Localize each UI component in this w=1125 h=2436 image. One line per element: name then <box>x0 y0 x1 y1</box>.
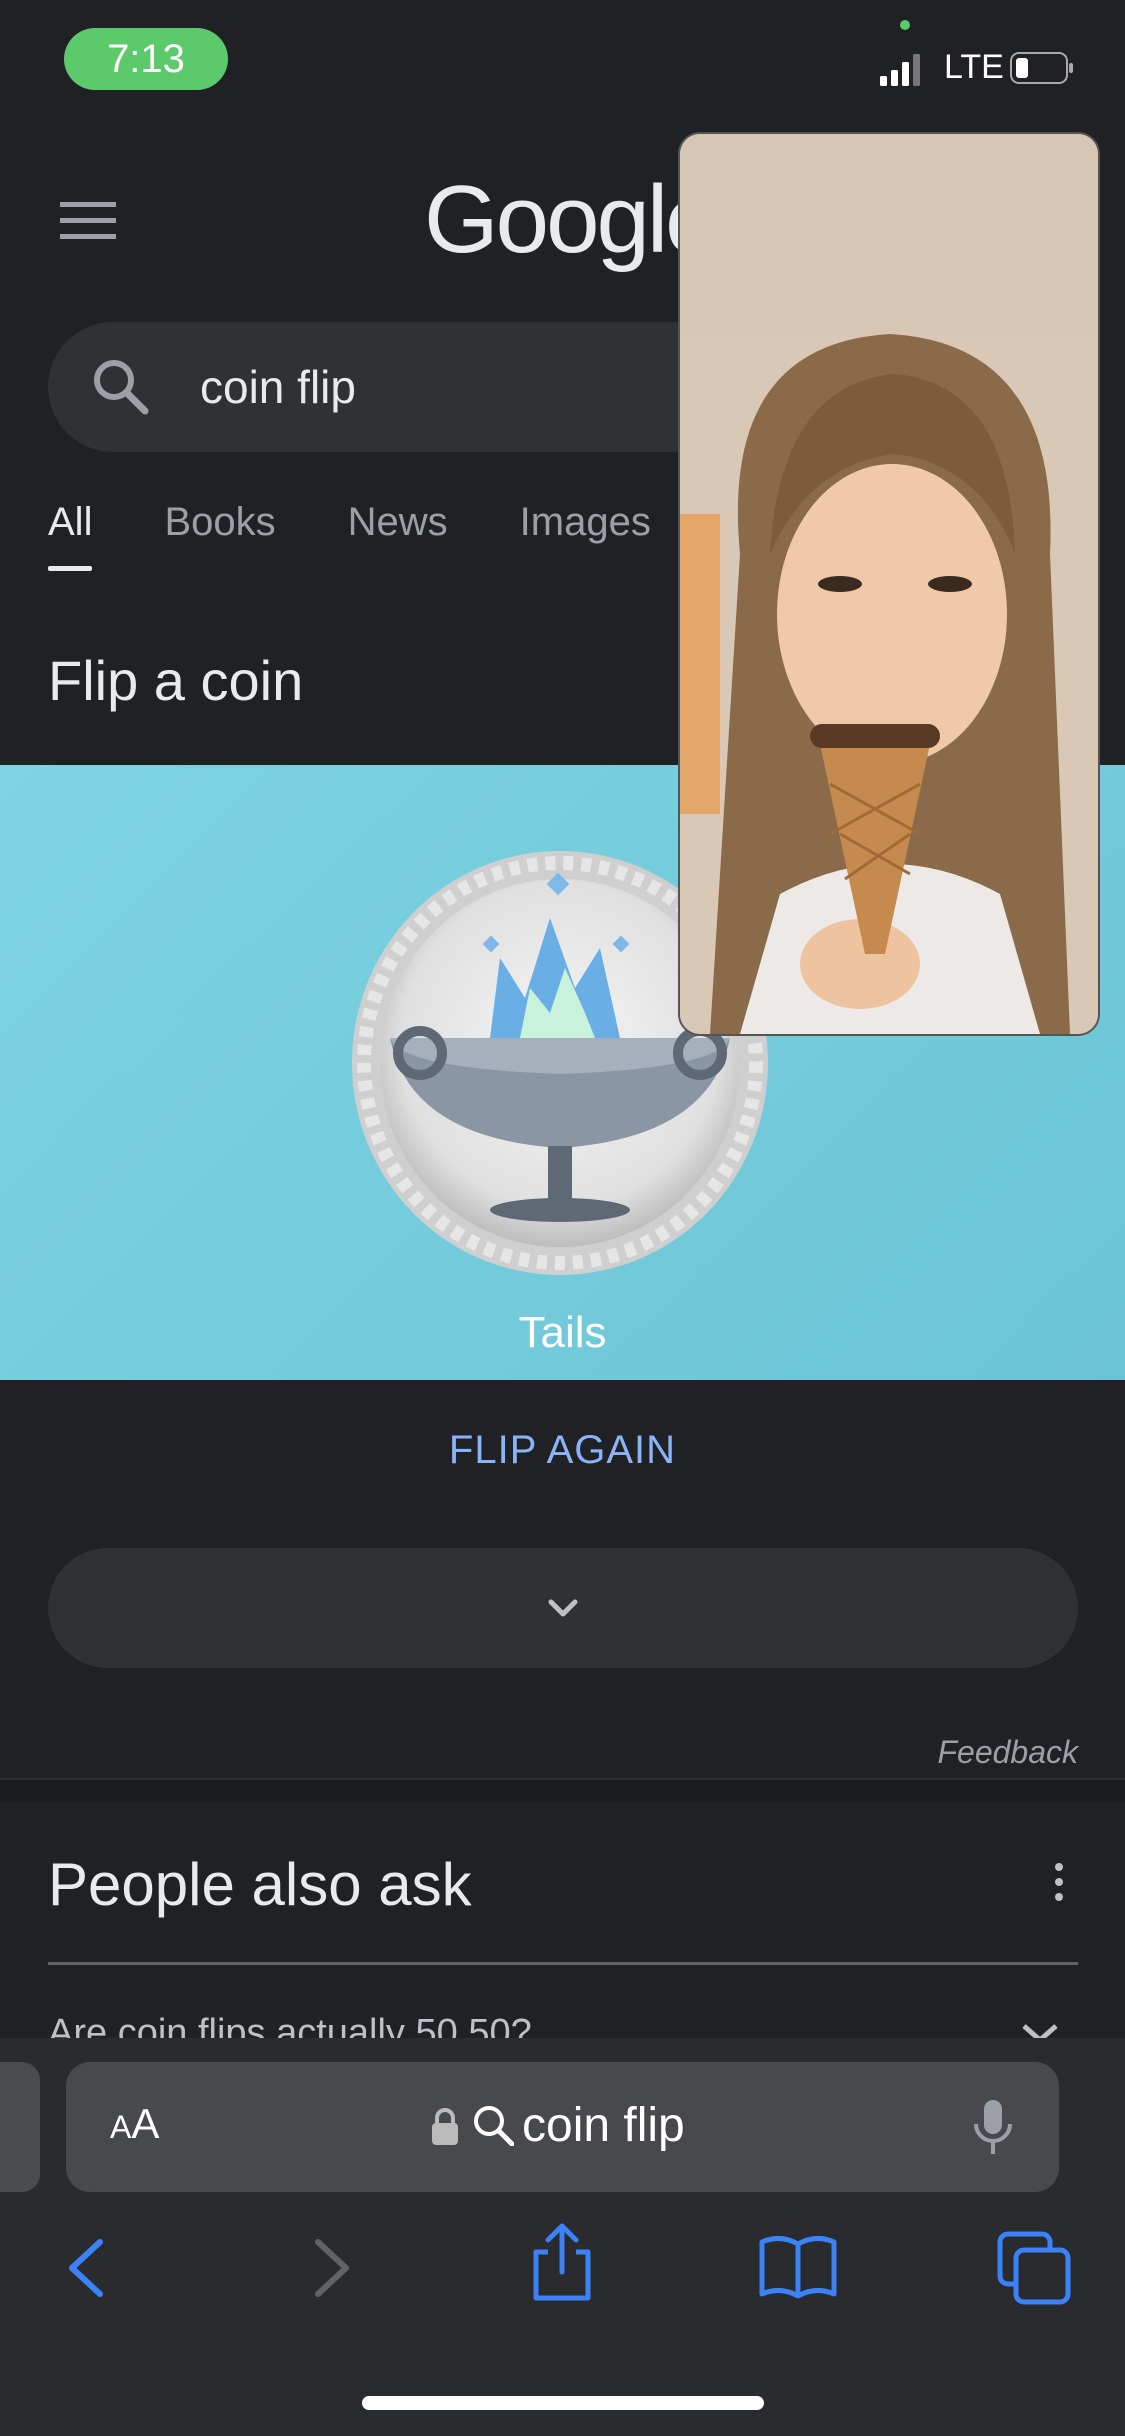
tab-images[interactable]: Images <box>520 500 651 545</box>
search-icon[interactable] <box>90 356 150 416</box>
lock-icon <box>432 2108 458 2145</box>
status-time: 7:13 <box>64 28 228 90</box>
section-divider <box>0 1778 1125 1802</box>
expand-widget-button[interactable] <box>48 1548 1078 1668</box>
bookmarks-icon[interactable] <box>758 2228 838 2308</box>
reader-options-button[interactable]: AA <box>110 2100 159 2148</box>
previous-tab-peek[interactable] <box>0 2062 40 2192</box>
more-options-icon[interactable] <box>1050 1862 1068 1902</box>
hamburger-menu-icon[interactable] <box>60 200 116 240</box>
paa-divider <box>48 1962 1078 1965</box>
tab-books[interactable]: Books <box>164 500 275 545</box>
search-input[interactable]: coin flip <box>200 360 356 414</box>
share-icon[interactable] <box>522 2222 602 2302</box>
facetime-video-preview[interactable] <box>678 132 1100 1036</box>
camera-in-use-indicator <box>900 20 910 30</box>
search-tabs: All Books News Images <box>48 500 723 571</box>
search-icon <box>474 2106 514 2146</box>
coin-result-label: Tails <box>518 1308 607 1357</box>
tab-news[interactable]: News <box>348 500 448 545</box>
battery-low-icon <box>1010 52 1073 84</box>
forward-icon[interactable] <box>290 2228 370 2308</box>
coin-widget-title: Flip a coin <box>48 649 304 712</box>
home-indicator[interactable] <box>362 2396 764 2410</box>
chevron-down-icon <box>548 1599 578 1617</box>
cellular-signal-icon <box>880 54 920 86</box>
people-also-ask-title: People also ask <box>48 1851 472 1918</box>
tab-all[interactable]: All <box>48 500 93 571</box>
microphone-icon[interactable] <box>970 2098 1016 2156</box>
feedback-link[interactable]: Feedback <box>800 1734 1078 1771</box>
network-type: LTE <box>944 48 1004 86</box>
back-icon[interactable] <box>48 2228 128 2308</box>
flip-again-button[interactable]: FLIP AGAIN <box>0 1428 1125 1473</box>
tabs-icon[interactable] <box>994 2228 1074 2308</box>
google-logo[interactable]: Google <box>424 165 719 275</box>
url-text[interactable]: coin flip <box>522 2098 685 2153</box>
paa-question[interactable]: Are coin flips actually 50 50? <box>48 2012 1028 2038</box>
